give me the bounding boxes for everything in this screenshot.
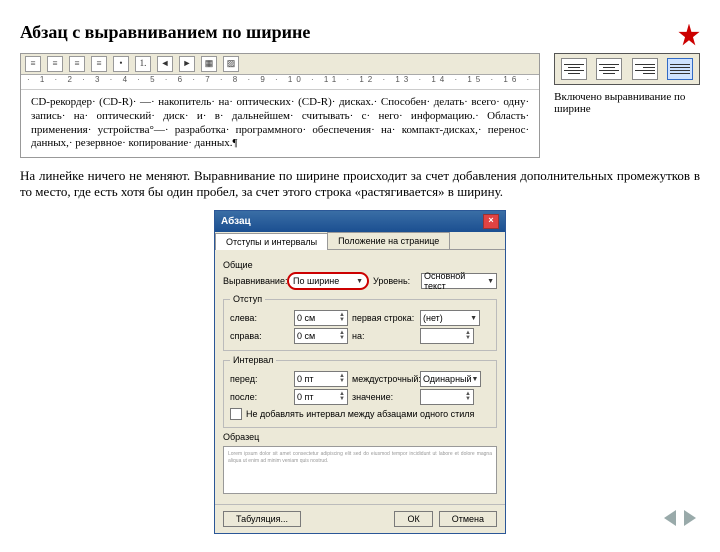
legend-spacing: Интервал (230, 355, 276, 365)
alignment-value: По ширине (293, 276, 339, 286)
before-value: 0 пт (297, 374, 314, 384)
checkbox-icon (230, 408, 242, 420)
align-left-button[interactable] (561, 58, 587, 80)
label-level: Уровень: (373, 276, 417, 286)
border-icon: ▦ (201, 56, 217, 72)
chevron-down-icon: ▼ (487, 278, 494, 285)
preview-pane: Lorem ipsum dolor sit amet consectetur a… (223, 446, 497, 494)
align-left-icon: ≡ (25, 56, 41, 72)
fill-icon: ▨ (223, 56, 239, 72)
label-alignment: Выравнивание: (223, 276, 283, 286)
alignment-select[interactable]: По ширине ▼ (287, 272, 369, 290)
firstline-select[interactable]: (нет)▼ (420, 310, 480, 326)
label-by1: на: (352, 331, 416, 341)
legend-indent: Отступ (230, 294, 265, 304)
label-after: после: (230, 392, 290, 402)
tabs-button[interactable]: Табуляция... (223, 511, 301, 527)
bullets-icon: • (113, 56, 129, 72)
left-indent-input[interactable]: 0 см▲▼ (294, 310, 348, 326)
dialog-title: Абзац (221, 216, 251, 227)
tab-indents[interactable]: Отступы и интервалы (215, 233, 328, 250)
right-indent-input[interactable]: 0 см▲▼ (294, 328, 348, 344)
level-value: Основной текст (424, 271, 487, 291)
page-title: Абзац с выравниванием по ширине (20, 22, 310, 43)
align-justify-button[interactable] (667, 58, 693, 80)
label-by2: значение: (352, 392, 416, 402)
alignment-caption: Включено выравнивание по ширине (554, 91, 700, 115)
slide-nav (664, 510, 696, 526)
label-right: справа: (230, 331, 290, 341)
first-value: (нет) (423, 313, 443, 323)
no-space-checkbox[interactable]: Не добавлять интервал между абзацами одн… (230, 408, 490, 420)
document-paragraph: CD-рекордер· (CD-R)· —· накопитель· на· … (21, 90, 539, 157)
linespacing-select[interactable]: Одинарный▼ (420, 371, 481, 387)
after-input[interactable]: 0 пт▲▼ (294, 389, 348, 405)
group-spacing: Интервал перед: 0 пт▲▼ междустрочный: Од… (223, 355, 497, 428)
alignment-callout: Включено выравнивание по ширине (554, 53, 700, 158)
linespacing-by-input[interactable]: ▲▼ (420, 389, 474, 405)
dialog-titlebar: Абзац × (215, 211, 505, 232)
left-value: 0 см (297, 313, 315, 323)
explanation-paragraph: На линейке ничего не меняют. Выравнивани… (20, 168, 700, 200)
word-toolbar: ≡ ≡ ≡ ≡ • 1. ◄ ► ▦ ▨ (21, 54, 539, 75)
preview-label: Образец (223, 432, 497, 442)
paragraph-dialog: Абзац × Отступы и интервалы Положение на… (214, 210, 506, 534)
alignment-toolbar (554, 53, 700, 85)
justify-icon: ≡ (91, 56, 107, 72)
ruler: · 1 · 2 · 3 · 4 · 5 · 6 · 7 · 8 · 9 · 10… (21, 75, 539, 90)
group-indent: Отступ слева: 0 см▲▼ первая строка: (нет… (223, 294, 497, 351)
dialog-tabs: Отступы и интервалы Положение на страниц… (215, 232, 505, 250)
cancel-button[interactable]: Отмена (439, 511, 497, 527)
label-linespacing: междустрочный: (352, 374, 416, 384)
word-document-snippet: ≡ ≡ ≡ ≡ • 1. ◄ ► ▦ ▨ · 1 · 2 · 3 · 4 · 5… (20, 53, 540, 158)
indent-dec-icon: ◄ (157, 56, 173, 72)
before-input[interactable]: 0 пт▲▼ (294, 371, 348, 387)
numbering-icon: 1. (135, 56, 151, 72)
tab-position[interactable]: Положение на странице (327, 232, 450, 249)
chevron-down-icon: ▼ (356, 278, 363, 285)
prev-slide-icon[interactable] (664, 510, 676, 526)
ok-button[interactable]: ОК (394, 511, 432, 527)
indent-inc-icon: ► (179, 56, 195, 72)
group-general: Общие (223, 260, 497, 270)
illustration-row: ≡ ≡ ≡ ≡ • 1. ◄ ► ▦ ▨ · 1 · 2 · 3 · 4 · 5… (20, 53, 700, 158)
after-value: 0 пт (297, 392, 314, 402)
align-right-button[interactable] (632, 58, 658, 80)
firstline-by-input[interactable]: ▲▼ (420, 328, 474, 344)
level-select[interactable]: Основной текст ▼ (421, 273, 497, 289)
label-left: слева: (230, 313, 290, 323)
align-center-icon: ≡ (47, 56, 63, 72)
star-badge-icon (678, 24, 700, 48)
line-value: Одинарный (423, 374, 472, 384)
checkbox-label: Не добавлять интервал между абзацами одн… (246, 409, 474, 419)
align-right-icon: ≡ (69, 56, 85, 72)
next-slide-icon[interactable] (684, 510, 696, 526)
label-firstline: первая строка: (352, 313, 416, 323)
close-icon[interactable]: × (483, 214, 499, 229)
label-before: перед: (230, 374, 290, 384)
right-value: 0 см (297, 331, 315, 341)
align-center-button[interactable] (596, 58, 622, 80)
